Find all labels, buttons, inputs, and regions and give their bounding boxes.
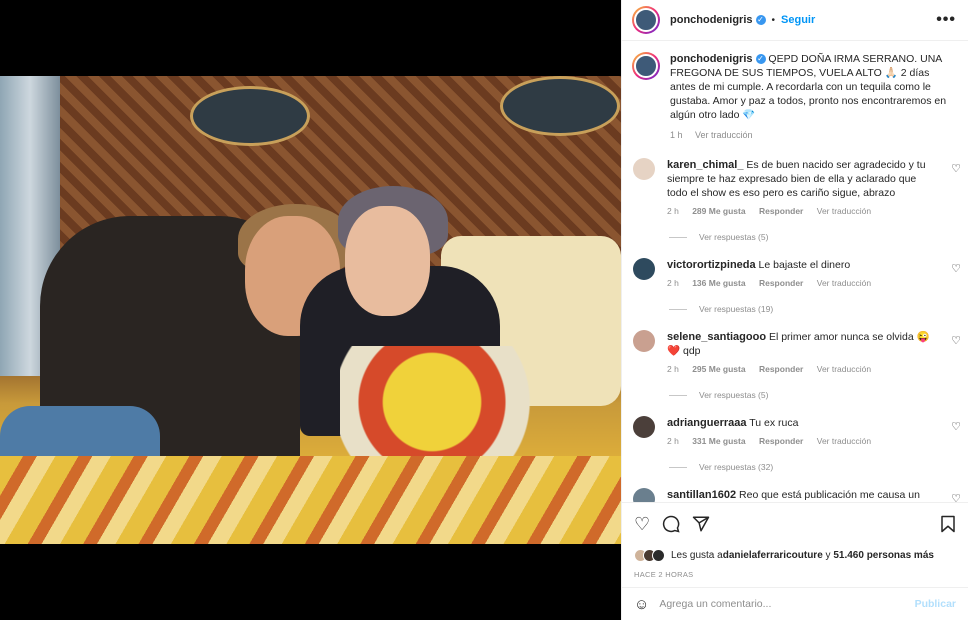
comment-input[interactable] (659, 598, 915, 610)
comment-username[interactable]: selene_santiagooo (667, 331, 766, 343)
bookmark-icon[interactable] (940, 515, 956, 533)
comment-heart-icon[interactable]: ♡ (951, 334, 961, 347)
comment-likes[interactable]: 136 Me gusta (692, 278, 745, 288)
comment-item: karen_chimal_ Es de buen nacido ser agra… (622, 158, 968, 218)
caption-avatar[interactable] (632, 52, 660, 80)
reply-button[interactable]: Responder (759, 206, 803, 216)
comment-translate-link[interactable]: Ver traducción (817, 278, 871, 288)
instagram-post-modal: ponchodenigris ✓ • Seguir ••• ponchodeni… (0, 0, 968, 620)
view-replies[interactable]: Ver respuestas (19) (669, 304, 968, 314)
post-media (0, 0, 621, 620)
comment-text: Le bajaste el dinero (758, 259, 851, 271)
likes-summary: Les gusta a danielaferraricouture y 51.4… (634, 549, 956, 562)
comment-item: santillan1602 Reo que está publicación m… (622, 488, 968, 502)
comment-heart-icon[interactable]: ♡ (951, 420, 961, 433)
likes-count[interactable]: 51.460 personas más (833, 550, 934, 561)
post-photo[interactable] (0, 76, 621, 544)
publish-button[interactable]: Publicar (915, 598, 956, 610)
reply-button[interactable]: Responder (759, 278, 803, 288)
commenter-avatar[interactable] (633, 416, 655, 438)
comment-username[interactable]: karen_chimal_ (667, 159, 743, 171)
view-replies[interactable]: Ver respuestas (32) (669, 462, 968, 472)
comment-translate-link[interactable]: Ver traducción (817, 364, 871, 374)
more-options-icon[interactable]: ••• (936, 11, 956, 29)
verified-icon: ✓ (755, 54, 766, 65)
post-sidebar: ponchodenigris ✓ • Seguir ••• ponchodeni… (621, 0, 968, 620)
comment-username[interactable]: santillan1602 (667, 489, 736, 501)
comment-time: 2 h (667, 436, 679, 446)
comment-heart-icon[interactable]: ♡ (951, 162, 961, 175)
comment-translate-link[interactable]: Ver traducción (817, 206, 871, 216)
comment-likes[interactable]: 295 Me gusta (692, 364, 745, 374)
comment-likes[interactable]: 331 Me gusta (692, 436, 745, 446)
comment-item: selene_santiagooo El primer amor nunca s… (622, 330, 968, 376)
commenter-avatar[interactable] (633, 488, 655, 502)
comment-time: 2 h (667, 364, 679, 374)
comment-username[interactable]: adrianguerraaa (667, 417, 746, 429)
comments-list[interactable]: ponchodenigris ✓ QEPD DOÑA IRMA SERRANO. … (622, 42, 968, 502)
commenter-avatar[interactable] (633, 258, 655, 280)
caption-time: 1 h (670, 130, 683, 140)
view-replies[interactable]: Ver respuestas (5) (669, 232, 968, 242)
comment-heart-icon[interactable]: ♡ (951, 492, 961, 502)
comment-likes[interactable]: 289 Me gusta (692, 206, 745, 216)
post-actions: ♡ Les gusta a danielaferraricouture y 51… (622, 502, 968, 579)
follow-button[interactable]: Seguir (781, 14, 815, 26)
author-avatar[interactable] (632, 6, 660, 34)
comment-text: Tu ex ruca (749, 417, 799, 429)
share-icon[interactable] (692, 515, 710, 533)
commenter-avatar[interactable] (633, 158, 655, 180)
comment-username[interactable]: victorortizpineda (667, 259, 756, 271)
post-caption: ponchodenigris ✓ QEPD DOÑA IRMA SERRANO. … (622, 42, 968, 142)
verified-icon: ✓ (755, 15, 766, 25)
add-comment-bar: ☺ Publicar (622, 587, 968, 620)
view-replies[interactable]: Ver respuestas (5) (669, 390, 968, 400)
liker-avatars[interactable] (634, 549, 665, 562)
comment-time: 2 h (667, 206, 679, 216)
comment-icon[interactable] (662, 515, 680, 533)
commenter-avatar[interactable] (633, 330, 655, 352)
author-username[interactable]: ponchodenigris (670, 14, 753, 26)
comment-translate-link[interactable]: Ver traducción (817, 436, 871, 446)
reply-button[interactable]: Responder (759, 436, 803, 446)
comment-time: 2 h (667, 278, 679, 288)
post-header: ponchodenigris ✓ • Seguir ••• (622, 0, 968, 41)
reply-button[interactable]: Responder (759, 364, 803, 374)
comment-item: adrianguerraaa Tu ex ruca 2 h 331 Me gus… (622, 416, 968, 448)
liker-username[interactable]: danielaferraricouture (723, 550, 823, 561)
heart-icon[interactable]: ♡ (634, 515, 650, 533)
emoji-icon[interactable]: ☺ (634, 596, 649, 613)
comment-heart-icon[interactable]: ♡ (951, 262, 961, 275)
post-date[interactable]: HACE 2 HORAS (634, 570, 956, 579)
caption-translate-link[interactable]: Ver traducción (695, 130, 753, 140)
caption-username[interactable]: ponchodenigris (670, 53, 753, 65)
comment-item: victorortizpineda Le bajaste el dinero 2… (622, 258, 968, 290)
